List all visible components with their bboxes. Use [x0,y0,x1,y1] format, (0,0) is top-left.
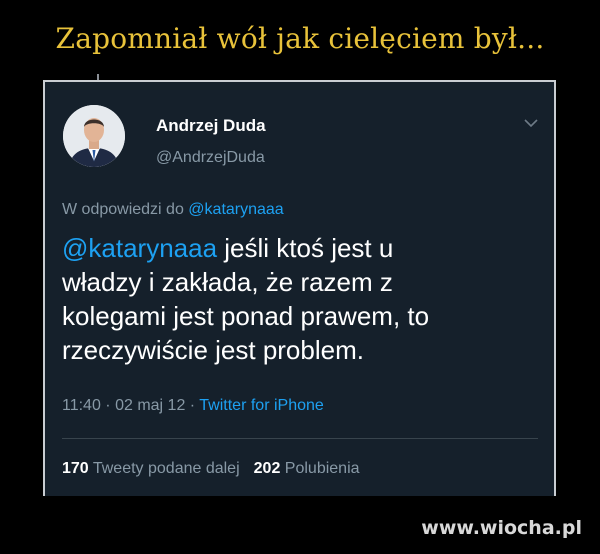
retweets-count: 170 [62,460,89,477]
tweet-text: @katarynaaa jeśli ktoś jest u władzy i z… [62,231,532,367]
avatar[interactable] [63,105,125,167]
engagement-stats: 170 Tweety podane dalej 202 Polubienia [62,460,360,478]
reply-context: W odpowiedzi do @katarynaaa [62,201,284,219]
divider [62,438,538,439]
likes-count: 202 [253,460,281,477]
author-handle[interactable]: @AndrzejDuda [156,149,265,167]
tweet-time[interactable]: 11:40 [62,397,101,414]
meta-separator: · [100,397,116,414]
chevron-down-icon[interactable] [522,116,540,130]
retweets-label: Tweety podane dalej [92,460,240,477]
author-name[interactable]: Andrzej Duda [156,116,266,136]
likes-stat[interactable]: 202 Polubienia [254,460,360,477]
tweet-source[interactable]: Twitter for iPhone [199,397,324,414]
likes-label: Polubienia [284,460,360,477]
tweet-meta: 11:40 · 02 maj 12 · Twitter for iPhone [62,397,324,415]
retweets-stat[interactable]: 170 Tweety podane dalej [62,460,240,477]
reply-to-link[interactable]: @katarynaaa [188,201,283,218]
profile-photo [63,105,125,167]
reply-prefix: W odpowiedzi do [62,201,189,218]
watermark: www.wiocha.pl [421,517,582,539]
tweet-card: Andrzej Duda @AndrzejDuda W odpowiedzi d… [45,82,554,496]
tweet-date[interactable]: 02 maj 12 [115,397,185,414]
mention-link[interactable]: @katarynaaa [62,233,217,263]
meta-separator: · [185,397,200,414]
meme-title: Zapomniał wół jak cielęciem był... [55,22,545,55]
